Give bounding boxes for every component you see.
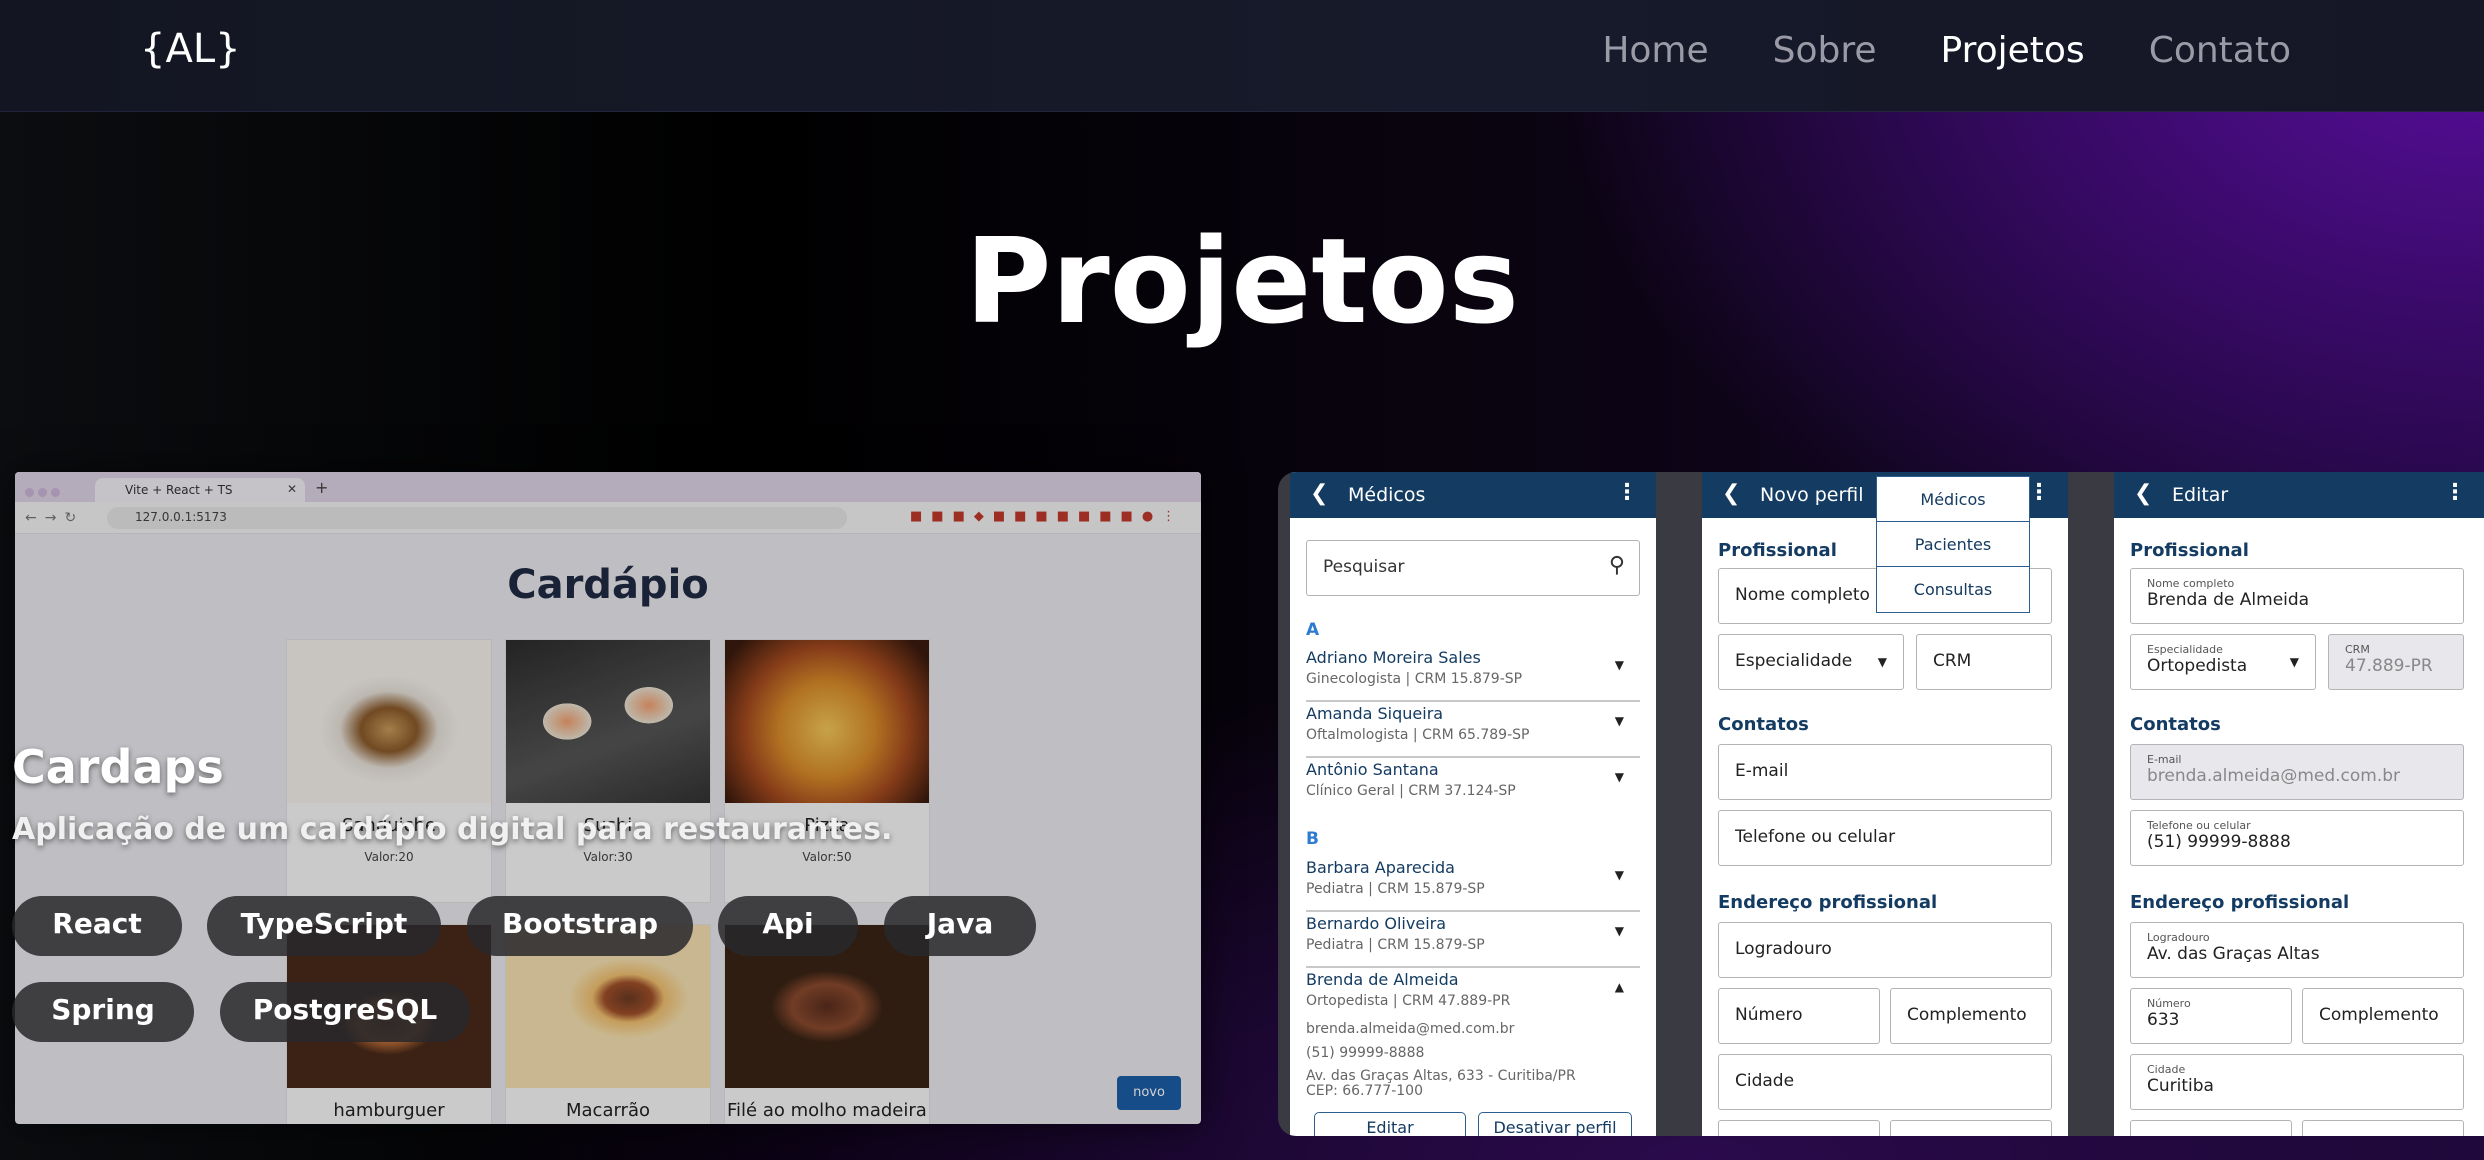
search-input[interactable]: Pesquisar ⚲ xyxy=(1306,540,1640,596)
section-profissional: Profissional xyxy=(2130,540,2249,561)
nome-field[interactable]: Nome completo Brenda de Almeida xyxy=(2130,568,2464,624)
page-title: Projetos xyxy=(965,212,1519,350)
more-icon[interactable]: ⋮ xyxy=(2028,480,2050,505)
menu-item-medicos[interactable]: Médicos xyxy=(1877,477,2029,522)
chevron-down-icon: ▼ xyxy=(1877,655,1887,669)
screen-title: Novo perfil xyxy=(1760,484,1864,506)
phone-editar: ❮ Editar ⋮ Profissional Nome completo Brend… xyxy=(2114,472,2484,1136)
section-profissional: Profissional xyxy=(1718,540,1837,561)
letter-heading: A xyxy=(1306,620,1320,640)
tag-postgresql: PostgreSQL xyxy=(220,982,470,1042)
back-icon[interactable]: ❮ xyxy=(1722,481,1740,506)
card-info: Cardaps Aplicação de um cardápio digital… xyxy=(12,740,1112,847)
crm-field: CRM 47.889-PR xyxy=(2328,634,2464,690)
deactivate-button[interactable]: Desativar perfil xyxy=(1478,1112,1632,1136)
chevron-down-icon: ▼ xyxy=(1614,868,1624,882)
screen-header: ❮ Editar ⋮ xyxy=(2114,472,2484,518)
chevron-down-icon: ▼ xyxy=(1614,714,1624,728)
tag-typescript: TypeScript xyxy=(207,896,441,956)
chevron-down-icon: ▼ xyxy=(1614,658,1624,672)
complemento-field[interactable]: Complemento xyxy=(2302,988,2464,1044)
especialidade-select[interactable]: Especialidade Ortopedista ▼ xyxy=(2130,634,2316,690)
chevron-down-icon: ▼ xyxy=(2289,655,2299,669)
project-title: Cardaps xyxy=(12,740,224,794)
tag-spring: Spring xyxy=(12,982,194,1042)
navbar: {AL} Home Sobre Projetos Contato xyxy=(0,0,2484,112)
nav-link-sobre[interactable]: Sobre xyxy=(1773,30,1877,71)
cep-field[interactable] xyxy=(1890,1120,2052,1136)
doctor-item[interactable]: Barbara Aparecida Pediatra | CRM 15.879-S… xyxy=(1306,858,1640,914)
numero-field[interactable]: Número xyxy=(1718,988,1880,1044)
doctor-item[interactable]: Bernardo Oliveira Pediatra | CRM 15.879-S… xyxy=(1306,914,1640,970)
section-contatos: Contatos xyxy=(2130,714,2221,735)
telefone-field[interactable]: Telefone ou celular (51) 99999-8888 xyxy=(2130,810,2464,866)
chevron-up-icon: ▲ xyxy=(1614,980,1624,994)
especialidade-select[interactable]: Especialidade ▼ xyxy=(1718,634,1904,690)
menu-item-consultas[interactable]: Consultas xyxy=(1877,567,2029,612)
section-endereco: Endereço profissional xyxy=(2130,892,2350,913)
cidade-field[interactable]: Cidade Curitiba xyxy=(2130,1054,2464,1110)
screen-title: Editar xyxy=(2172,484,2229,506)
project-description: Aplicação de um cardápio digital para re… xyxy=(12,812,893,847)
letter-heading: B xyxy=(1306,829,1319,849)
numero-field[interactable]: Número 633 xyxy=(2130,988,2292,1044)
section-endereco: Endereço profissional xyxy=(1718,892,1938,913)
tag-java: Java xyxy=(884,896,1036,956)
tag-api: Api xyxy=(718,896,858,956)
email-field: E-mail brenda.almeida@med.com.br xyxy=(2130,744,2464,800)
nav-links: Home Sobre Projetos Contato xyxy=(1538,30,2291,71)
doctor-item-expanded[interactable]: Brenda de Almeida Ortopedista | CRM 47.88… xyxy=(1306,970,1640,1120)
back-icon[interactable]: ❮ xyxy=(1310,481,1328,506)
edit-button[interactable]: Editar xyxy=(1314,1112,1466,1136)
complemento-field[interactable]: Complemento xyxy=(1890,988,2052,1044)
logradouro-field[interactable]: Logradouro xyxy=(1718,922,2052,978)
doctor-item[interactable]: Antônio Santana Clínico Geral | CRM 37.12… xyxy=(1306,760,1640,816)
nav-link-home[interactable]: Home xyxy=(1602,30,1708,71)
chevron-down-icon: ▼ xyxy=(1614,924,1624,938)
dropdown-menu: Médicos Pacientes Consultas xyxy=(1876,476,2030,613)
uf-field[interactable] xyxy=(2130,1120,2292,1136)
nav-link-contato[interactable]: Contato xyxy=(2149,30,2291,71)
email-field[interactable]: E-mail xyxy=(1718,744,2052,800)
screen-header: ❮ Médicos ⋮ xyxy=(1290,472,1656,518)
cidade-field[interactable]: Cidade xyxy=(1718,1054,2052,1110)
tag-react: React xyxy=(12,896,182,956)
screen-title: Médicos xyxy=(1348,484,1426,506)
phone-medicos: ❮ Médicos ⋮ Pesquisar ⚲ A Adriano Moreira S… xyxy=(1290,472,1656,1136)
menu-item-pacientes[interactable]: Pacientes xyxy=(1877,522,2029,567)
more-icon[interactable]: ⋮ xyxy=(1616,480,1638,505)
chevron-down-icon: ▼ xyxy=(1614,770,1624,784)
cep-field[interactable] xyxy=(2302,1120,2464,1136)
telefone-field[interactable]: Telefone ou celular xyxy=(1718,810,2052,866)
doctor-item[interactable]: Adriano Moreira Sales Ginecologista | CRM… xyxy=(1306,648,1640,704)
more-icon[interactable]: ⋮ xyxy=(2444,480,2466,505)
logo[interactable]: {AL} xyxy=(140,26,241,72)
section-contatos: Contatos xyxy=(1718,714,1809,735)
nav-link-projetos[interactable]: Projetos xyxy=(1941,30,2085,71)
crm-field[interactable]: CRM xyxy=(1916,634,2052,690)
doctor-item[interactable]: Amanda Siqueira Oftalmologista | CRM 65.7… xyxy=(1306,704,1640,760)
tag-bootstrap: Bootstrap xyxy=(467,896,693,956)
search-icon: ⚲ xyxy=(1608,553,1625,578)
back-icon[interactable]: ❮ xyxy=(2134,481,2152,506)
logradouro-field[interactable]: Logradouro Av. das Graças Altas xyxy=(2130,922,2464,978)
uf-field[interactable] xyxy=(1718,1120,1880,1136)
